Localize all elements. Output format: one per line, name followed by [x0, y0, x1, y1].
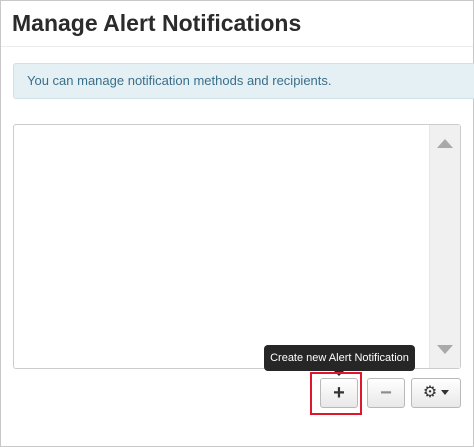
settings-dropdown-button[interactable]: ⚙	[411, 378, 461, 408]
manage-alert-notifications-window: Manage Alert Notifications You can manag…	[0, 0, 474, 447]
title-divider	[1, 46, 473, 47]
alert-notification-list[interactable]	[13, 124, 461, 369]
list-scrollbar[interactable]	[429, 125, 460, 368]
chevron-down-icon	[441, 390, 450, 396]
plus-icon: +	[333, 382, 345, 404]
info-message: You can manage notification methods and …	[27, 73, 332, 88]
info-banner: You can manage notification methods and …	[13, 63, 474, 99]
remove-notification-button[interactable]: −	[367, 378, 405, 408]
add-notification-button[interactable]: +	[320, 378, 358, 408]
scroll-down-arrow-icon[interactable]	[437, 345, 453, 354]
minus-icon: −	[380, 382, 392, 404]
page-title: Manage Alert Notifications	[12, 10, 302, 36]
gear-icon: ⚙	[422, 384, 438, 401]
scroll-up-arrow-icon[interactable]	[437, 139, 453, 148]
create-notification-tooltip: Create new Alert Notification	[264, 345, 415, 371]
